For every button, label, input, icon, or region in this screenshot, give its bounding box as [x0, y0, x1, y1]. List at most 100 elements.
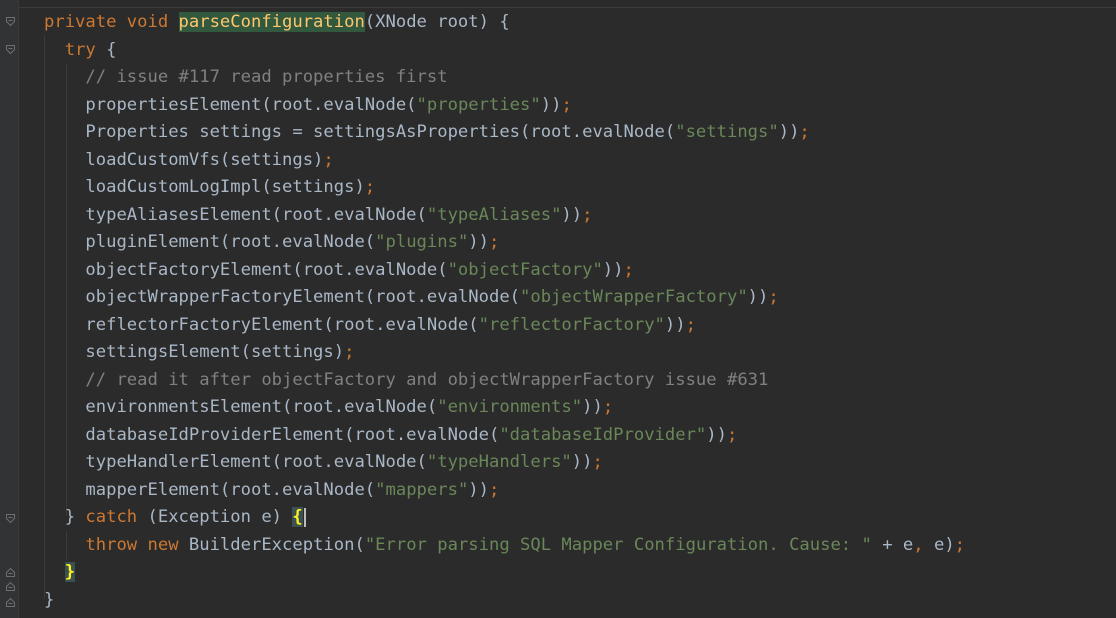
- code-line[interactable]: } catch (Exception e) {: [44, 504, 965, 532]
- code-line[interactable]: loadCustomVfs(settings);: [44, 147, 965, 175]
- matched-brace: {: [292, 507, 303, 527]
- code-line[interactable]: throw new BuilderException("Error parsin…: [44, 532, 965, 560]
- code-line[interactable]: mapperElement(root.evalNode("mappers"));: [44, 477, 965, 505]
- code-token: reflectorFactoryElement(root.evalNode(: [85, 314, 479, 335]
- code-line[interactable]: }: [44, 587, 965, 615]
- code-token: }: [44, 589, 55, 610]
- gutter-separator: [18, 0, 19, 618]
- keyword-token: ;: [582, 204, 593, 225]
- code-line[interactable]: // read it after objectFactory and objec…: [44, 367, 965, 395]
- keyword-token: ;: [954, 534, 966, 555]
- code-token: loadCustomVfs(settings): [85, 149, 324, 170]
- code-line[interactable]: propertiesElement(root.evalNode("propert…: [44, 92, 965, 120]
- code-token: {: [106, 39, 117, 60]
- code-line[interactable]: // issue #117 read properties first: [44, 64, 965, 92]
- keyword-token: ;: [489, 479, 500, 500]
- code-token: typeAliasesElement(root.evalNode(: [85, 204, 427, 225]
- keyword-token: try: [64, 39, 107, 60]
- string-token: "reflectorFactory": [478, 314, 665, 335]
- code-token: mapperElement(root.evalNode(: [85, 479, 376, 500]
- code-line[interactable]: loadCustomLogImpl(settings);: [44, 174, 965, 202]
- string-token: "settings": [675, 122, 779, 142]
- code-line[interactable]: Properties settings = settingsAsProperti…: [44, 119, 965, 147]
- code-token: (Exception e): [147, 507, 293, 527]
- code-line[interactable]: typeAliasesElement(root.evalNode("typeAl…: [44, 202, 965, 230]
- code-token: )): [540, 94, 562, 115]
- code-token: e): [933, 534, 955, 555]
- code-line[interactable]: environmentsElement(root.evalNode("envir…: [44, 394, 965, 422]
- fold-open-icon[interactable]: [5, 16, 16, 27]
- string-token: "objectFactory": [447, 259, 603, 280]
- code-token: )): [664, 314, 686, 335]
- code-area[interactable]: private void parseConfiguration(XNode ro…: [44, 9, 965, 614]
- code-line[interactable]: databaseIdProviderElement(root.evalNode(…: [44, 422, 965, 450]
- code-line[interactable]: try {: [44, 37, 965, 65]
- keyword-token: ;: [727, 424, 738, 445]
- code-line[interactable]: typeHandlerElement(root.evalNode("typeHa…: [44, 449, 965, 477]
- code-token: )): [602, 259, 624, 280]
- keyword-token: ;: [489, 232, 500, 252]
- code-token: )): [778, 122, 800, 142]
- keyword-token: ;: [561, 94, 572, 115]
- keyword-token: catch: [85, 507, 148, 527]
- string-token: "plugins": [375, 232, 469, 252]
- code-line[interactable]: pluginElement(root.evalNode("plugins"));: [44, 229, 965, 257]
- code-token: )): [706, 424, 727, 445]
- code-token: loadCustomLogImpl(settings): [85, 177, 365, 197]
- editor-top-border: [18, 7, 1116, 8]
- keyword-token: throw new: [85, 534, 189, 555]
- code-line[interactable]: objectWrapperFactoryElement(root.evalNod…: [44, 284, 965, 312]
- string-token: "typeAliases": [426, 204, 562, 225]
- code-token: typeHandlerElement(root.evalNode(: [85, 452, 427, 472]
- code-token: objectFactoryElement(root.evalNode(: [85, 259, 448, 280]
- keyword-token: ;: [364, 177, 376, 197]
- code-line[interactable]: objectFactoryElement(root.evalNode("obje…: [44, 257, 965, 285]
- keyword-token: ;: [592, 452, 603, 472]
- fold-open-icon[interactable]: [5, 44, 16, 55]
- code-token: )): [582, 397, 603, 417]
- code-line[interactable]: private void parseConfiguration(XNode ro…: [44, 9, 965, 37]
- code-token: settingsElement(settings): [85, 342, 345, 362]
- code-editor[interactable]: private void parseConfiguration(XNode ro…: [0, 0, 1116, 618]
- fold-close-icon[interactable]: [5, 597, 16, 608]
- code-token: + e: [871, 534, 914, 555]
- code-line[interactable]: reflectorFactoryElement(root.evalNode("r…: [44, 312, 965, 340]
- string-token: "Error parsing SQL Mapper Configuration.…: [364, 534, 872, 555]
- code-line[interactable]: }: [44, 559, 965, 587]
- keyword-token: ,: [913, 534, 934, 555]
- keyword-token: ;: [344, 342, 355, 362]
- code-token: )): [747, 287, 769, 307]
- code-token: )): [468, 479, 489, 500]
- code-token: (XNode root) {: [364, 12, 510, 32]
- string-token: "databaseIdProvider": [499, 424, 707, 445]
- code-token: }: [64, 507, 86, 527]
- matched-brace: }: [64, 562, 76, 582]
- code-line[interactable]: settingsElement(settings);: [44, 339, 965, 367]
- fold-close-icon[interactable]: [5, 567, 16, 578]
- code-token: pluginElement(root.evalNode(: [85, 232, 376, 252]
- comment-token: // issue #117 read properties first: [85, 67, 448, 87]
- keyword-token: private void: [44, 12, 179, 32]
- gutter[interactable]: [0, 0, 18, 618]
- fold-close-icon[interactable]: [5, 581, 16, 592]
- keyword-token: ;: [323, 149, 334, 170]
- fold-open-icon[interactable]: [5, 513, 16, 524]
- string-token: "properties": [416, 94, 541, 115]
- string-token: "typeHandlers": [426, 452, 572, 472]
